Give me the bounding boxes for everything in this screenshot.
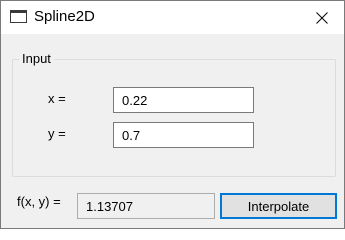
- input-group-legend: Input: [19, 51, 54, 66]
- input-groupbox: [12, 59, 336, 177]
- title-bar[interactable]: Spline2D: [1, 1, 344, 34]
- window-icon: [10, 10, 27, 23]
- x-label: x =: [48, 91, 66, 106]
- close-button[interactable]: [299, 1, 344, 34]
- x-input[interactable]: [113, 87, 254, 113]
- interpolate-button[interactable]: Interpolate: [220, 193, 337, 219]
- result-output[interactable]: [77, 193, 215, 219]
- app-window: Spline2D Input x = y = f(x, y) = Interpo…: [0, 0, 345, 229]
- result-label: f(x, y) =: [17, 194, 61, 209]
- y-input[interactable]: [113, 122, 254, 148]
- close-icon: [315, 11, 328, 24]
- window-title: Spline2D: [34, 8, 95, 25]
- y-label: y =: [48, 126, 66, 141]
